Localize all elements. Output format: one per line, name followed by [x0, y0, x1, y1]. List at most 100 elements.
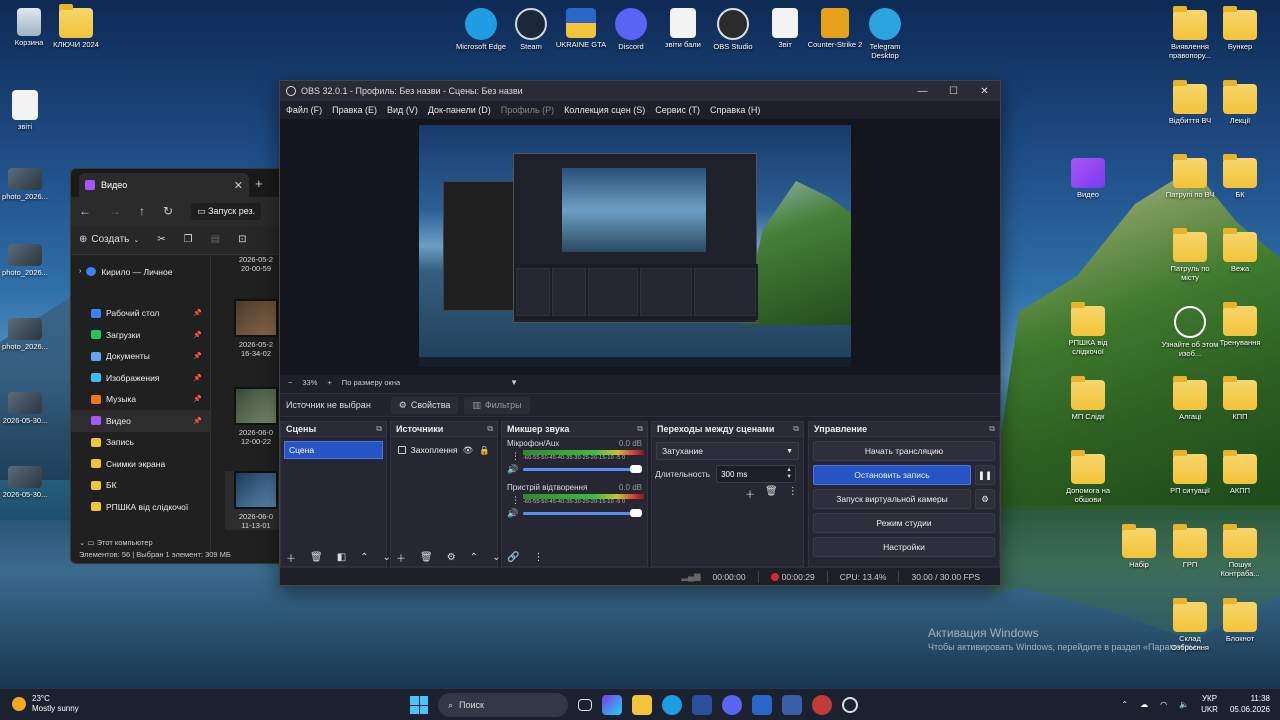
add-icon[interactable]: ＋ [396, 550, 406, 565]
desktop-icon-folder[interactable]: Пошук Контраба... [1211, 524, 1269, 578]
file-explorer-icon[interactable] [632, 695, 652, 715]
desktop-icon-screenshot-2[interactable]: 2026-05-30... [0, 466, 54, 499]
menu-docks[interactable]: Док-панели (D) [428, 105, 491, 115]
paste-icon[interactable]: ▤ [211, 234, 220, 245]
forward-arrow-icon[interactable]: → [109, 204, 121, 218]
zoom-out-button[interactable]: − [288, 378, 292, 387]
ukraine-gta-alt-icon[interactable] [782, 695, 802, 715]
trash-icon[interactable]: 🗑 [420, 552, 433, 563]
dock-undock-icon[interactable]: ⧉ [487, 424, 493, 434]
move-down-icon[interactable]: ⌄ [492, 552, 500, 563]
ukraine-gta-icon[interactable] [752, 695, 772, 715]
desktop-icon-folder[interactable]: Вежа [1211, 228, 1269, 273]
add-icon[interactable]: ＋ [745, 486, 755, 501]
settings-button[interactable]: Настройки [813, 537, 995, 557]
desktop-icon-folder[interactable]: РПШКА від слідкочої [1059, 302, 1117, 356]
obs-icon[interactable] [812, 695, 832, 715]
maximize-icon[interactable]: ☐ [938, 86, 969, 97]
sidebar-item-account[interactable]: › Кирило — Личное [71, 261, 210, 283]
menu-help[interactable]: Справка (H) [710, 105, 760, 115]
filters-button[interactable]: ▥ Фильтры [464, 396, 530, 414]
desktop-icon-photo-3[interactable]: photo_2026... [0, 318, 54, 351]
volume-slider[interactable] [523, 465, 642, 473]
weather-widget[interactable]: 23°C Mostly sunny [12, 694, 79, 714]
source-item[interactable]: Захоплення 👁 🔒 [394, 441, 494, 459]
sidebar-item-bk[interactable]: БК [71, 475, 210, 497]
menu-tools[interactable]: Сервис (T) [655, 105, 700, 115]
scene-item[interactable]: Сцена [284, 441, 383, 459]
scale-mode-select[interactable]: По размеру окна [342, 378, 400, 387]
desktop-icon-discord[interactable]: Discord [602, 8, 660, 51]
desktop-icon-obs[interactable]: OBS Studio [704, 8, 762, 51]
new-tab-icon[interactable]: + [255, 176, 263, 191]
sidebar-item-rpshka[interactable]: РПШКА від слідкочої [71, 496, 210, 518]
pause-recording-button[interactable]: ❚❚ [975, 465, 995, 485]
desktop-icon-reports[interactable]: звіті [0, 90, 54, 131]
slider-knob[interactable] [630, 509, 642, 517]
desktop-icon-folder[interactable]: Набір [1110, 524, 1168, 569]
sidebar-item-recording[interactable]: Запись [71, 432, 210, 454]
link-icon[interactable]: 🔗 [507, 552, 519, 563]
dock-undock-icon[interactable]: ⧉ [793, 424, 799, 434]
start-virtual-camera-button[interactable]: Запуск виртуальной камеры [813, 489, 971, 509]
cloud-icon[interactable]: ☁ [1140, 700, 1148, 709]
up-arrow-icon[interactable]: ↑ [139, 204, 145, 218]
desktop-icon-folder[interactable]: БК [1211, 154, 1269, 199]
gear-icon[interactable]: ⚙ [447, 552, 456, 563]
slider-knob[interactable] [630, 465, 642, 473]
spin-arrows-icon[interactable]: ▲ ▼ [786, 467, 792, 481]
more-options-icon[interactable]: ⋮ [511, 451, 520, 462]
explorer-tab[interactable]: Видео ✕ [79, 173, 249, 197]
properties-button[interactable]: ⚙ Свойства [390, 396, 459, 414]
minimize-icon[interactable]: — [907, 86, 938, 97]
dock-undock-icon[interactable]: ⧉ [989, 424, 995, 434]
copy-icon[interactable]: ❐ [184, 234, 193, 245]
desktop-icon-screenshot-1[interactable]: 2026-05-30... [0, 392, 54, 425]
file-item[interactable]: 2026-06-0 12-00-22 [225, 387, 281, 446]
filter-icon[interactable]: ◧ [337, 552, 346, 563]
sidebar-item-pictures[interactable]: Изображения 📌 [71, 367, 210, 389]
stop-recording-button[interactable]: Остановить запись [813, 465, 971, 485]
discord-icon[interactable] [722, 695, 742, 715]
language-indicator[interactable]: УКР UKR [1201, 693, 1218, 715]
file-item-selected[interactable]: 2026-06-0 11-13-01 [225, 471, 281, 530]
sidebar-item-music[interactable]: Музыка 📌 [71, 389, 210, 411]
menu-view[interactable]: Вид (V) [387, 105, 418, 115]
desktop-icon-folder[interactable]: Бункер [1211, 6, 1269, 51]
sidebar-item-desktop[interactable]: Рабочий стол 📌 [71, 303, 210, 325]
desktop-icon-folder[interactable]: Лекції [1211, 80, 1269, 125]
chatgpt-icon[interactable] [842, 697, 858, 713]
chevron-up-icon[interactable]: ⌃ [1121, 700, 1128, 709]
more-options-icon[interactable]: ⋮ [788, 486, 798, 501]
studio-mode-button[interactable]: Режим студии [813, 513, 995, 533]
clock[interactable]: 11:38 05.06.2026 [1230, 693, 1270, 715]
desktop-icon-telegram[interactable]: Telegram Desktop [856, 8, 914, 60]
task-view-icon[interactable] [578, 699, 592, 711]
volume-icon[interactable]: 🔊 [507, 464, 519, 475]
transition-select[interactable]: Затухание ▼ [656, 442, 799, 460]
desktop-icon-folder[interactable]: Блокнот [1211, 598, 1269, 643]
store-icon[interactable] [692, 695, 712, 715]
chevron-down-icon[interactable]: ▼ [510, 378, 518, 387]
desktop-icon-photo-2[interactable]: photo_2026... [0, 244, 54, 277]
add-icon[interactable]: ＋ [286, 550, 296, 565]
close-icon[interactable]: ✕ [969, 86, 1000, 97]
volume-slider[interactable] [523, 509, 642, 517]
desktop-icon-keys[interactable]: КЛЮЧИ 2024 [47, 4, 105, 49]
dock-undock-icon[interactable]: ⧉ [637, 424, 643, 434]
trash-icon[interactable]: 🗑 [765, 486, 778, 501]
zoom-in-button[interactable]: + [327, 378, 331, 387]
volume-icon[interactable]: 🔈 [1179, 700, 1189, 709]
start-streaming-button[interactable]: Начать трансляцию [813, 441, 995, 461]
desktop-icon-folder[interactable]: АКПП [1211, 450, 1269, 495]
refresh-icon[interactable]: ↻ [163, 204, 173, 218]
menu-file[interactable]: Файл (F) [286, 105, 322, 115]
wifi-icon[interactable]: ◠ [1160, 700, 1167, 709]
eye-icon[interactable]: 👁 [463, 445, 474, 456]
back-arrow-icon[interactable]: ← [79, 204, 91, 218]
trash-icon[interactable]: 🗑 [310, 552, 323, 563]
more-options-icon[interactable]: ⋮ [533, 552, 543, 563]
file-item[interactable]: 2026-05-2 16-34-02 [225, 299, 281, 358]
file-item[interactable]: 2026-05-2 20-00-59 [225, 255, 281, 273]
volume-icon[interactable]: 🔊 [507, 508, 519, 519]
